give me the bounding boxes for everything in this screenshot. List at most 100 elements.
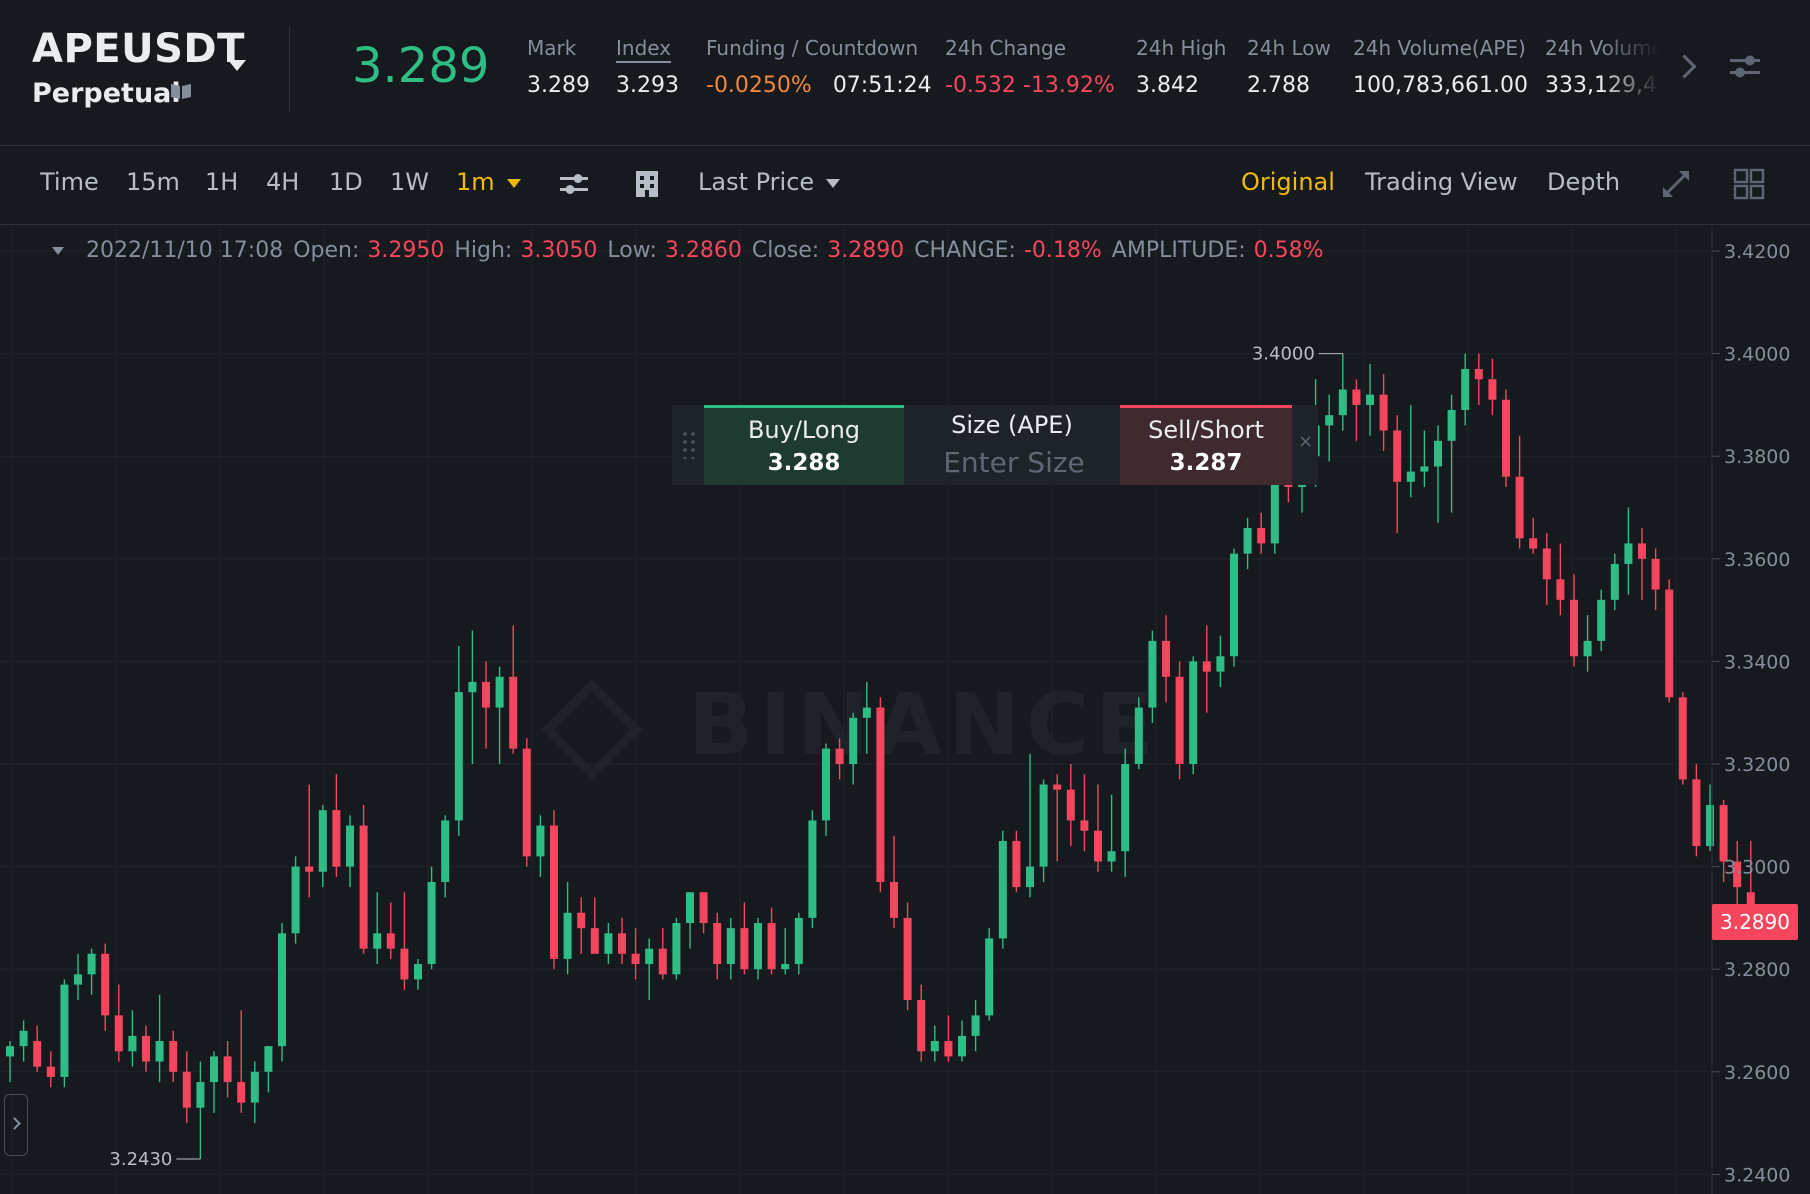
candle-body [1053, 784, 1062, 790]
candle-body [1515, 476, 1524, 539]
candle-body [1556, 579, 1565, 600]
candle-body [522, 748, 531, 857]
min-annotation-label: 3.2430 [109, 1149, 172, 1170]
candle-body [604, 933, 613, 954]
candle-body [781, 964, 790, 970]
candle-body [155, 1041, 164, 1062]
price-type-select[interactable]: Last Price [698, 168, 841, 196]
candle-body [1665, 589, 1674, 698]
symbol-name[interactable]: APEUSDT [32, 26, 245, 72]
candle-body [1502, 399, 1510, 477]
settings-sliders-icon[interactable] [1728, 52, 1762, 82]
candle-body [536, 825, 545, 857]
candle-body [74, 974, 82, 985]
candle-body [645, 948, 654, 965]
candle-body [563, 912, 572, 959]
price-tick-label: 3.3000 [1724, 857, 1790, 879]
sell-price: 3.287 [1169, 450, 1243, 476]
ohlc-datetime: 2022/11/10 17:08 [86, 238, 284, 263]
layout-grid-icon[interactable] [1733, 168, 1765, 200]
ohlc-low: 3.2860 [664, 238, 742, 263]
size-input[interactable] [922, 443, 1106, 481]
candle-body [1624, 543, 1633, 564]
view-original[interactable]: Original [1241, 168, 1335, 196]
candle-body [46, 1066, 55, 1077]
candle-body [60, 984, 69, 1077]
stat-value: -0.0250% 07:51:24 [706, 73, 932, 98]
interval-4h[interactable]: 4H [266, 168, 299, 196]
candle-body [1638, 543, 1646, 559]
candle-body [1189, 661, 1198, 764]
candle-body [1447, 410, 1456, 441]
interval-time[interactable]: Time [40, 168, 99, 196]
candle-body [971, 1015, 980, 1036]
candle-body [318, 810, 327, 872]
view-depth[interactable]: Depth [1547, 168, 1620, 196]
collapse-caret-icon[interactable] [52, 247, 64, 255]
candle-body [1202, 661, 1211, 672]
interval-1d[interactable]: 1D [329, 168, 363, 196]
candle-body [1026, 866, 1034, 888]
candle-body [346, 825, 354, 867]
indicator-settings-icon[interactable] [558, 168, 590, 200]
stat-value: -0.532 -13.92% [945, 73, 1115, 98]
stat-index[interactable]: Index 3.293 [616, 36, 679, 98]
last-price: 3.289 [352, 38, 490, 94]
stat-funding: Funding / Countdown -0.0250% 07:51:24 [706, 36, 932, 98]
drag-handle-icon[interactable] [682, 431, 696, 459]
candle-body [903, 917, 912, 1000]
interval-15m[interactable]: 15m [126, 168, 180, 196]
candle-body [658, 948, 667, 975]
price-tick-label: 3.2400 [1724, 1164, 1790, 1186]
candle-body [373, 933, 382, 949]
stat-value: 2.788 [1247, 73, 1310, 98]
interval-1m-active[interactable]: 1m [456, 168, 521, 196]
candle-body [1420, 466, 1429, 472]
candle-body [1719, 805, 1728, 862]
candle-body [1651, 558, 1660, 590]
view-trading-view[interactable]: Trading View [1365, 168, 1518, 196]
ohlc-open: 3.2950 [367, 238, 445, 263]
book-icon[interactable] [170, 82, 192, 100]
candle-body [482, 681, 490, 708]
stat-label[interactable]: Index [616, 36, 679, 60]
price-tick-label: 3.3200 [1724, 754, 1790, 776]
buy-long-button[interactable]: Buy/Long 3.288 [704, 405, 904, 485]
funding-rate: -0.0250% [706, 73, 812, 98]
building-icon[interactable] [631, 168, 663, 200]
candle-body [264, 1046, 273, 1072]
close-icon[interactable]: × [1298, 431, 1313, 452]
stat-label: Funding / Countdown [706, 36, 919, 60]
sell-label: Sell/Short [1148, 416, 1264, 444]
chevron-right-icon[interactable] [1672, 54, 1697, 79]
price-tick-label: 3.3600 [1724, 549, 1790, 571]
funding-countdown: 07:51:24 [832, 73, 932, 98]
candle-body [740, 928, 749, 970]
candle-body [876, 707, 885, 882]
fullscreen-icon[interactable] [1660, 168, 1692, 200]
candle-body [944, 1041, 953, 1057]
candle-body [985, 938, 994, 1016]
symbol-dropdown-icon[interactable] [228, 60, 246, 71]
candle-body [958, 1035, 966, 1057]
interval-1h[interactable]: 1H [205, 168, 238, 196]
candle-body [1706, 805, 1714, 847]
ohlc-change: -0.18% [1023, 238, 1102, 263]
candlestick-chart[interactable]: 3.4200 3.4000 3.3800 3.3600 3.3400 3.3200 3.30… [0, 225, 1810, 1194]
sell-short-button[interactable]: Sell/Short 3.287 [1120, 405, 1292, 485]
sidebar-toggle-button[interactable] [4, 1094, 28, 1156]
candle-body [386, 933, 395, 949]
candle-body [1692, 779, 1701, 847]
candle-body [1148, 640, 1157, 708]
candle-body [509, 676, 518, 749]
size-label: Size (APE) [951, 411, 1073, 439]
candle-body [427, 881, 436, 965]
candle-body [128, 1035, 137, 1052]
candle-body [822, 748, 830, 821]
candle-body [414, 964, 422, 980]
interval-1w[interactable]: 1W [390, 168, 429, 196]
ohlc-low-label: Low: [607, 238, 657, 263]
price-tick-label: 3.4200 [1724, 241, 1790, 263]
ohlc-close-label: Close: [751, 238, 820, 263]
candle-body [835, 748, 844, 764]
